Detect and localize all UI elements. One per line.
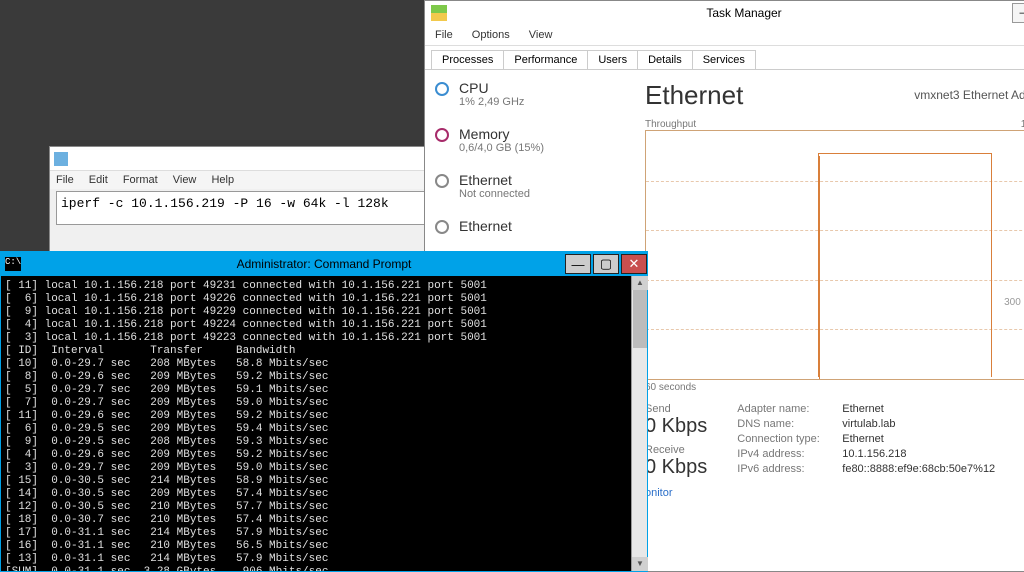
detail-row: Connection type:Ethernet <box>737 433 1024 445</box>
sidebar-item-ethernet[interactable]: Ethernet <box>435 218 625 234</box>
send-value: 0 Kbps <box>645 415 707 438</box>
command-prompt-window: C:\ Administrator: Command Prompt — ▢ ✕ … <box>0 251 648 572</box>
minimize-button[interactable]: — <box>1012 3 1024 23</box>
tab-details[interactable]: Details <box>637 50 693 69</box>
resource-name: Memory <box>459 126 544 142</box>
maximize-button[interactable]: ▢ <box>593 254 619 274</box>
terminal-output[interactable]: [ 11] local 10.1.156.218 port 49231 conn… <box>1 276 647 571</box>
menu-file[interactable]: File <box>435 29 453 41</box>
tab-users[interactable]: Users <box>587 50 638 69</box>
menu-help[interactable]: Help <box>211 174 234 186</box>
resource-circle-icon <box>435 174 449 188</box>
detail-row: DNS name:virtulab.lab <box>737 418 1024 430</box>
resource-name: CPU <box>459 80 524 96</box>
resource-circle-icon <box>435 82 449 96</box>
resource-name: Ethernet <box>459 218 512 234</box>
adapter-name: vmxnet3 Ethernet Adapter <box>914 88 1024 102</box>
command-prompt-title: Administrator: Command Prompt <box>237 257 412 271</box>
detail-row: Adapter name:Ethernet <box>737 403 1024 415</box>
command-prompt-titlebar[interactable]: C:\ Administrator: Command Prompt — ▢ ✕ <box>1 252 647 276</box>
tab-performance[interactable]: Performance <box>503 50 588 69</box>
chart-midlabel: 300 Mbps <box>1004 297 1024 308</box>
receive-label: Receive <box>645 444 707 456</box>
sidebar-item-cpu[interactable]: CPU1% 2,49 GHz <box>435 80 625 108</box>
taskmanager-menubar: File Options View <box>425 25 1024 46</box>
adapter-details: Adapter name:Ethernet DNS name:virtulab.l… <box>737 403 1024 479</box>
tab-processes[interactable]: Processes <box>431 50 504 69</box>
resource-sub: 1% 2,49 GHz <box>459 96 524 108</box>
detail-row: IPv6 address:fe80::8888:ef9e:68cb:50e7%1… <box>737 463 1024 475</box>
sidebar-item-memory[interactable]: Memory0,6/4,0 GB (15%) <box>435 126 625 154</box>
chart-ylabel: Throughput <box>645 119 696 130</box>
tab-services[interactable]: Services <box>692 50 756 69</box>
taskmanager-tabs: Processes Performance Users Details Serv… <box>425 46 1024 70</box>
menu-view[interactable]: View <box>173 174 197 186</box>
notepad-menubar: File Edit Format View Help <box>50 171 468 189</box>
notepad-icon <box>54 152 68 166</box>
performance-main: Ethernet vmxnet3 Ethernet Adapter Throug… <box>635 70 1024 550</box>
resource-monitor-link[interactable]: onitor <box>645 487 673 499</box>
minimize-button[interactable]: — <box>565 254 591 274</box>
menu-options[interactable]: Options <box>472 29 510 41</box>
menu-view[interactable]: View <box>529 29 553 41</box>
throughput-chart: 300 Mbps <box>645 130 1024 380</box>
command-prompt-icon: C:\ <box>5 257 21 271</box>
notepad-content[interactable]: iperf -c 10.1.156.219 -P 16 -w 64k -l 12… <box>56 191 462 225</box>
resource-circle-icon <box>435 128 449 142</box>
scroll-up-icon[interactable]: ▲ <box>632 276 648 290</box>
resource-name: Ethernet <box>459 172 530 188</box>
notepad-window: File Edit Format View Help iperf -c 10.1… <box>49 146 469 266</box>
detail-row: IPv4 address:10.1.156.218 <box>737 448 1024 460</box>
resource-sub: 0,6/4,0 GB (15%) <box>459 142 544 154</box>
receive-value: 0 Kbps <box>645 456 707 479</box>
close-button[interactable]: ✕ <box>621 254 647 274</box>
resource-circle-icon <box>435 220 449 234</box>
resource-sub: Not connected <box>459 188 530 200</box>
chart-xleft: 60 seconds <box>645 382 696 393</box>
scrollbar[interactable]: ▲ ▼ <box>631 276 647 571</box>
send-label: Send <box>645 403 707 415</box>
menu-edit[interactable]: Edit <box>89 174 108 186</box>
sidebar-item-ethernet[interactable]: EthernetNot connected <box>435 172 625 200</box>
menu-format[interactable]: Format <box>123 174 158 186</box>
scroll-thumb[interactable] <box>633 290 647 348</box>
taskmanager-title: Task Manager <box>706 6 781 20</box>
menu-file[interactable]: File <box>56 174 74 186</box>
taskmanager-titlebar[interactable]: Task Manager — ▢ <box>425 1 1024 25</box>
notepad-titlebar[interactable] <box>50 147 468 171</box>
chart-line <box>818 153 992 377</box>
scroll-down-icon[interactable]: ▼ <box>632 557 648 571</box>
taskmanager-icon <box>431 5 447 21</box>
